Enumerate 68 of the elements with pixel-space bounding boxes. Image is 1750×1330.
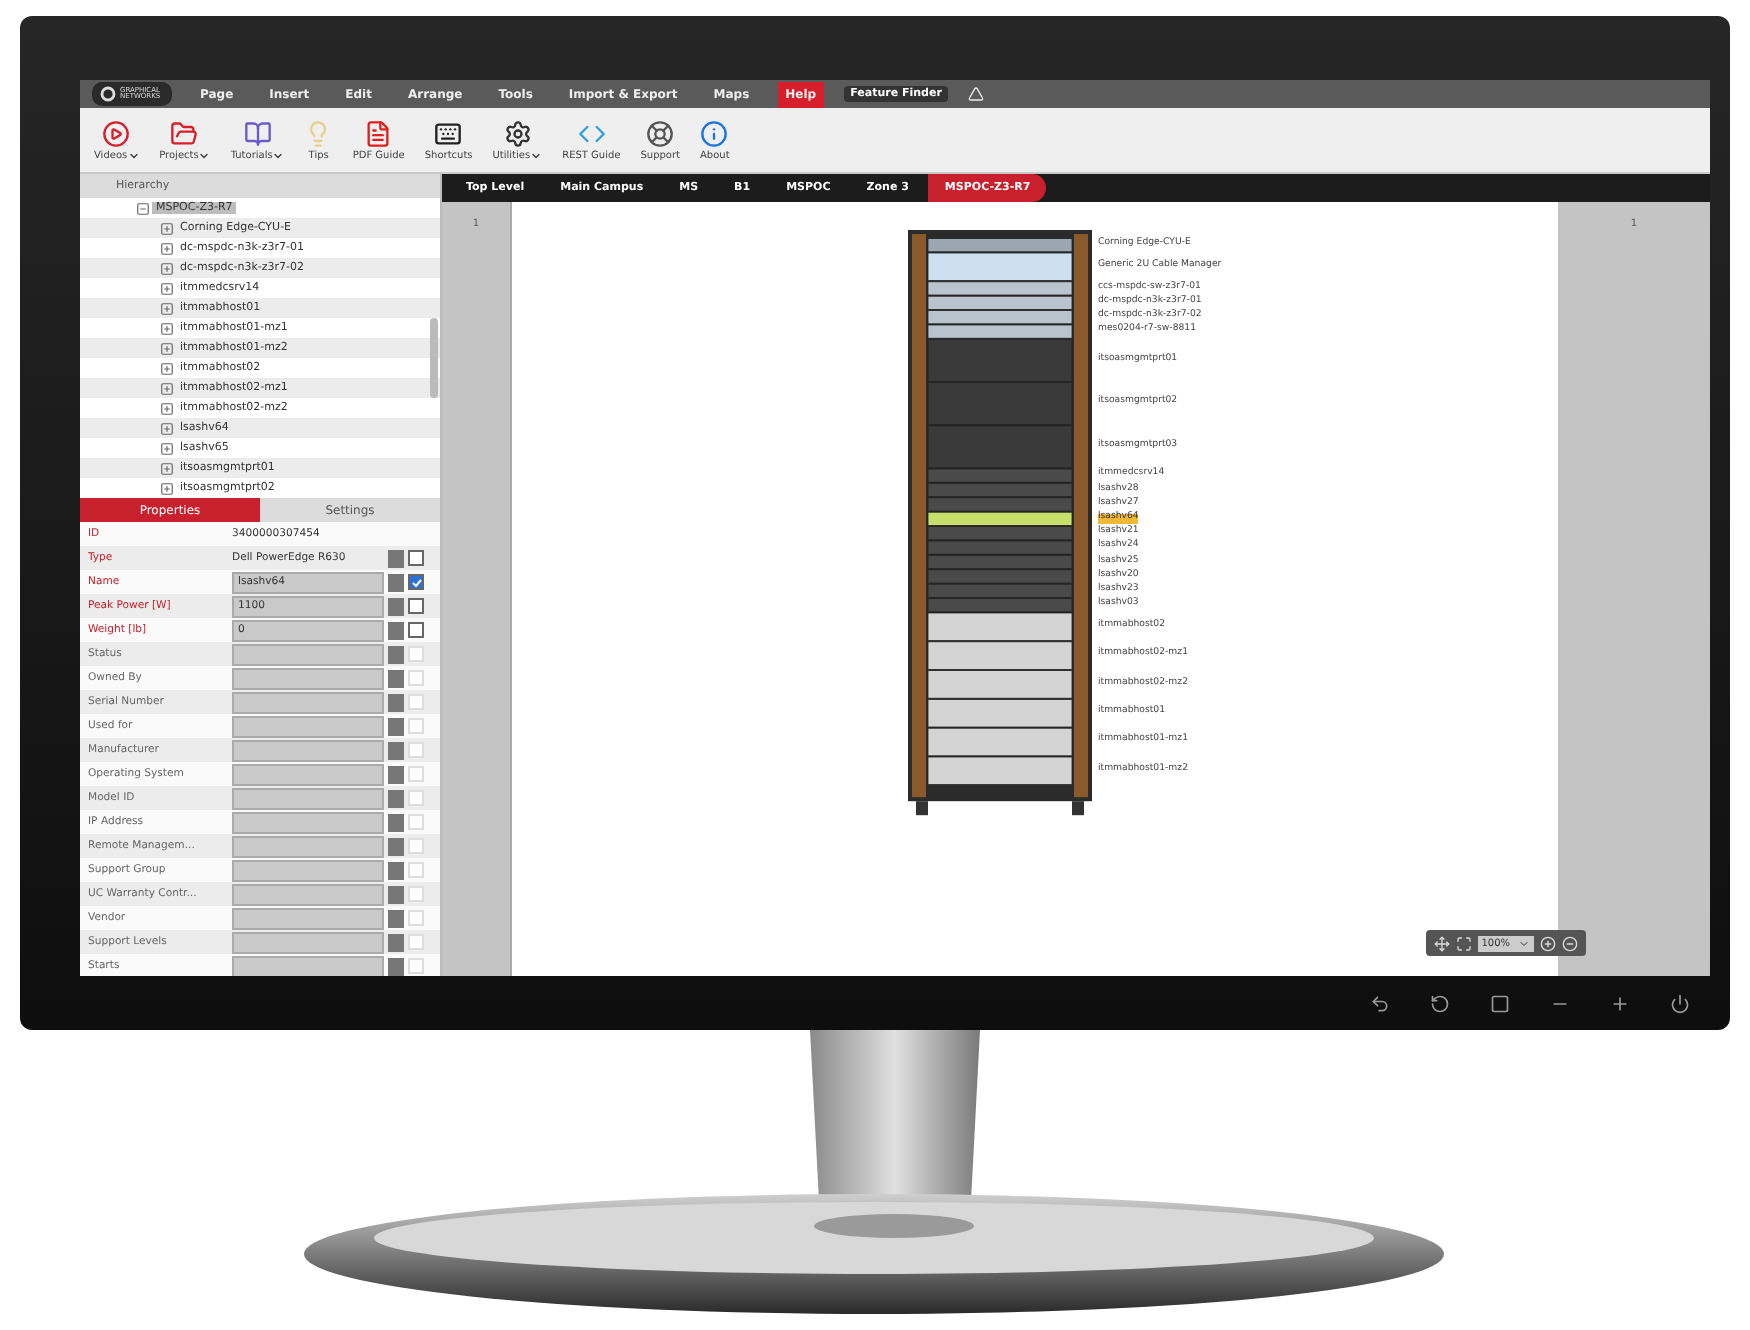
server-chassis[interactable] xyxy=(927,727,1073,757)
zoom-out-icon[interactable] xyxy=(1562,935,1578,951)
expand-icon[interactable] xyxy=(160,421,174,435)
server-chassis[interactable] xyxy=(927,699,1073,728)
expand-icon[interactable] xyxy=(160,441,174,455)
input-field[interactable] xyxy=(232,763,384,785)
expand-icon[interactable] xyxy=(160,361,174,375)
info-icon xyxy=(700,119,729,147)
input-field[interactable] xyxy=(232,883,384,905)
play-icon xyxy=(102,119,131,147)
checkbox[interactable] xyxy=(408,598,424,614)
triangle-icon[interactable] xyxy=(967,86,984,102)
document-icon xyxy=(364,119,393,147)
scrollbar-thumb[interactable] xyxy=(430,318,438,398)
expand-icon[interactable] xyxy=(160,401,174,415)
back-icon[interactable] xyxy=(1370,993,1390,1013)
move-icon[interactable] xyxy=(1433,935,1450,951)
input-field[interactable] xyxy=(232,715,384,737)
expand-icon[interactable] xyxy=(160,321,174,335)
zoom-in-icon[interactable] xyxy=(1540,935,1556,951)
input-field[interactable] xyxy=(232,859,384,881)
checkbox[interactable] xyxy=(408,622,424,638)
lifebuoy-icon xyxy=(646,119,675,147)
input-field[interactable] xyxy=(232,811,384,833)
checkbox[interactable] xyxy=(408,550,424,566)
square-icon[interactable] xyxy=(1490,993,1510,1013)
logo-icon xyxy=(100,86,116,102)
power-icon[interactable] xyxy=(1670,993,1690,1013)
expand-icon[interactable] xyxy=(160,381,174,395)
plus-icon[interactable] xyxy=(1610,993,1630,1013)
expand-icon[interactable] xyxy=(160,241,174,255)
input-field[interactable] xyxy=(232,955,384,976)
server-unit[interactable] xyxy=(927,511,1073,526)
expand-icon[interactable] xyxy=(160,481,174,495)
expand-icon[interactable] xyxy=(160,461,174,475)
input-field[interactable] xyxy=(232,643,384,665)
patch-panel[interactable] xyxy=(927,238,1073,253)
checkbox[interactable] xyxy=(408,574,424,590)
input-field[interactable] xyxy=(232,667,384,689)
network-switch[interactable] xyxy=(927,324,1073,339)
expand-icon[interactable] xyxy=(160,261,174,275)
expand-icon[interactable] xyxy=(160,281,174,295)
input-field[interactable] xyxy=(232,787,384,809)
settings-icon xyxy=(503,119,532,147)
fullscreen-icon[interactable] xyxy=(1455,935,1472,951)
rotate-icon[interactable] xyxy=(1430,993,1450,1013)
caret-icon xyxy=(1518,937,1530,949)
collapse-icon[interactable] xyxy=(136,201,150,215)
network-switch[interactable] xyxy=(927,281,1073,296)
input-field[interactable] xyxy=(232,835,384,857)
server-chassis[interactable] xyxy=(927,641,1073,670)
server-chassis[interactable] xyxy=(927,612,1073,641)
input-field[interactable] xyxy=(232,931,384,953)
keyboard-icon xyxy=(434,119,463,147)
folder-icon xyxy=(170,119,199,147)
input-field[interactable] xyxy=(232,907,384,929)
expand-icon[interactable] xyxy=(160,341,174,355)
input-field[interactable] xyxy=(232,739,384,761)
network-switch[interactable] xyxy=(927,310,1073,325)
network-switch[interactable] xyxy=(927,295,1073,310)
input-field[interactable] xyxy=(232,691,384,713)
server-chassis[interactable] xyxy=(927,756,1073,785)
server-chassis[interactable] xyxy=(927,670,1073,699)
cable-manager[interactable] xyxy=(927,252,1073,281)
check-icon xyxy=(411,577,421,587)
expand-icon[interactable] xyxy=(160,221,174,235)
book-icon xyxy=(243,119,272,147)
expand-icon[interactable] xyxy=(160,301,174,315)
